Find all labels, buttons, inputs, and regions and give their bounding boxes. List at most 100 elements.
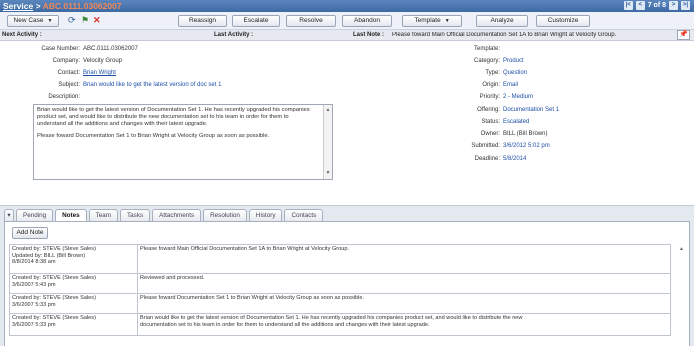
record-position: 7 of 8 xyxy=(647,2,666,9)
tab-resolution[interactable]: Resolution xyxy=(203,209,247,221)
origin-label: Origin: xyxy=(482,82,500,88)
next-activity-label: Next Activity : xyxy=(2,32,42,38)
status-label: Status: xyxy=(481,119,500,125)
note-meta: Created by: STEVE (Steve Sales) Updated … xyxy=(9,244,138,274)
type-value: Question xyxy=(503,70,528,76)
title-bar: Service > ABC.0111.03062007 |< < 7 of 8 … xyxy=(0,0,694,12)
note-text-line: Please foward Documentation Set 1 to Bri… xyxy=(140,295,365,301)
deadline-label: Deadline: xyxy=(474,156,500,162)
tab-contacts[interactable]: Contacts xyxy=(284,209,324,221)
deadline-value: 5/8/2014 xyxy=(503,156,527,162)
scroll-up-icon[interactable]: ▲ xyxy=(679,246,684,252)
priority-label: Priority: xyxy=(479,94,500,100)
new-case-button[interactable]: New Case ▼ xyxy=(7,15,59,27)
note-text: Reviewed and processed. xyxy=(137,273,671,294)
contact-label: Contact: xyxy=(57,70,80,76)
description-paragraph: Brian would like to get the latest versi… xyxy=(37,107,310,127)
note-meta: Created by: STEVE (Steve Sales) 3/6/2007… xyxy=(9,293,138,314)
first-record-button[interactable]: |< xyxy=(623,1,633,10)
case-number-label: Case Number: xyxy=(41,46,80,52)
flag-icon[interactable]: ⚑ xyxy=(81,15,89,26)
toolbar: New Case ▼ ⟳ ⚑ ✕ Reassign Escalate Resolv… xyxy=(0,12,694,30)
last-note-text: Please foward Main Official Documentatio… xyxy=(392,32,617,38)
note-text-line: Brian would like to get the latest versi… xyxy=(140,315,523,321)
breadcrumb-case-number: ABC.0111.03062007 xyxy=(42,1,122,11)
table-row[interactable]: Created by: STEVE (Steve Sales) Updated … xyxy=(9,244,671,274)
note-text: Please foward Main Official Documentatio… xyxy=(137,244,671,274)
breadcrumb: Service > ABC.0111.03062007 xyxy=(3,1,122,11)
table-row[interactable]: Created by: STEVE (Steve Sales) 3/6/2007… xyxy=(9,313,671,336)
chevron-down-icon: ▼ xyxy=(444,18,450,24)
status-value: Escalated xyxy=(503,119,530,125)
note-timestamp: 3/6/2007 5:43 pm xyxy=(12,281,56,288)
contact-link[interactable]: Brian Wright xyxy=(83,70,116,76)
origin-value: Email xyxy=(503,82,519,88)
description-textarea[interactable]: Brian would like to get the latest versi… xyxy=(33,104,333,180)
description-label: Description: xyxy=(48,94,80,100)
pin-icon[interactable]: 📌 xyxy=(677,30,690,40)
template-button[interactable]: Template ▼ xyxy=(402,15,462,27)
tab-tasks[interactable]: Tasks xyxy=(120,209,151,221)
breadcrumb-service[interactable]: Service xyxy=(3,1,33,11)
table-row[interactable]: Created by: STEVE (Steve Sales) 3/6/2007… xyxy=(9,273,671,294)
note-timestamp: 3/6/2007 5:33 pm xyxy=(12,321,56,328)
note-created-by: Created by: STEVE (Steve Sales) xyxy=(12,246,96,252)
company-label: Company: xyxy=(52,58,80,64)
category-value: Product xyxy=(503,58,524,64)
abandon-button[interactable]: Abandon xyxy=(342,15,392,27)
offering-value: Documentation Set 1 xyxy=(503,107,560,113)
next-record-button[interactable]: > xyxy=(669,1,678,10)
note-text: Please foward Documentation Set 1 to Bri… xyxy=(137,293,671,314)
description-paragraph: Please foward Documentation Set 1 to Bri… xyxy=(37,133,270,139)
scroll-down-icon[interactable]: ▼ xyxy=(325,170,331,177)
table-row[interactable]: Created by: STEVE (Steve Sales) 3/6/2007… xyxy=(9,293,671,314)
tab-bar: ▾ Pending Notes Team Tasks Attachments R… xyxy=(4,209,324,221)
note-meta: Created by: STEVE (Steve Sales) 3/6/2007… xyxy=(9,313,138,336)
offering-label: Offering: xyxy=(477,107,500,113)
tab-team[interactable]: Team xyxy=(88,209,119,221)
note-updated-by: Updated by: BILL (Bill Brown) xyxy=(12,252,86,259)
activity-bar: Next Activity : Last Activity : Last Not… xyxy=(0,30,694,41)
tab-collapse-chevron-icon[interactable]: ▾ xyxy=(4,209,14,221)
note-text-line: Please foward Main Official Documentatio… xyxy=(140,246,350,252)
tab-history[interactable]: History xyxy=(248,209,283,221)
last-note-label: Last Note : xyxy=(353,32,385,38)
resolve-button[interactable]: Resolve xyxy=(286,15,336,27)
new-case-label: New Case xyxy=(13,17,44,24)
tab-pending[interactable]: Pending xyxy=(16,209,54,221)
priority-value: 2 - Medium xyxy=(503,94,534,100)
scroll-up-icon[interactable]: ▲ xyxy=(325,107,331,114)
description-scrollbar[interactable]: ▲ ▼ xyxy=(323,105,332,179)
customize-button[interactable]: Customize xyxy=(536,15,590,27)
submitted-value: 3/6/2012 5:02 pm xyxy=(503,143,550,149)
note-meta: Created by: STEVE (Steve Sales) 3/6/2007… xyxy=(9,273,138,294)
owner-value: BILL (Bill Brown) xyxy=(503,131,548,137)
add-note-button[interactable]: Add Note xyxy=(12,227,48,239)
analyze-button[interactable]: Analyze xyxy=(476,15,528,27)
note-timestamp: 3/6/2007 5:33 pm xyxy=(12,301,56,308)
company-value: Velocity Group xyxy=(83,58,123,64)
refresh-icon[interactable]: ⟳ xyxy=(68,15,76,26)
note-created-by: Created by: STEVE (Steve Sales) xyxy=(12,295,96,301)
note-text: Brian would like to get the latest versi… xyxy=(137,313,671,336)
tab-notes[interactable]: Notes xyxy=(55,209,87,221)
tab-area: ▾ Pending Notes Team Tasks Attachments R… xyxy=(0,205,694,346)
last-record-button[interactable]: >| xyxy=(681,1,690,10)
escalate-button[interactable]: Escalate xyxy=(232,15,280,27)
template-label: Template xyxy=(414,17,441,24)
last-activity-label: Last Activity : xyxy=(214,32,254,38)
submitted-label: Submitted: xyxy=(471,143,500,149)
previous-record-button[interactable]: < xyxy=(635,1,645,10)
breadcrumb-separator: > xyxy=(33,1,43,11)
owner-label: Owner: xyxy=(480,131,500,137)
notes-scrollbar[interactable]: ▲ xyxy=(677,244,687,346)
reassign-button[interactable]: Reassign xyxy=(178,15,227,27)
tab-attachments[interactable]: Attachments xyxy=(152,209,202,221)
delete-icon[interactable]: ✕ xyxy=(93,15,101,26)
subject-value: Brian would like to get the latest versi… xyxy=(83,82,222,88)
notes-table: Created by: STEVE (Steve Sales) Updated … xyxy=(9,244,671,336)
record-pager: |< < 7 of 8 > >| xyxy=(623,1,690,10)
note-timestamp: 8/8/2014 8:38 am xyxy=(12,259,56,266)
note-text-line: documentation set to his team in order f… xyxy=(140,321,430,328)
note-text-line: Reviewed and processed. xyxy=(140,275,205,281)
